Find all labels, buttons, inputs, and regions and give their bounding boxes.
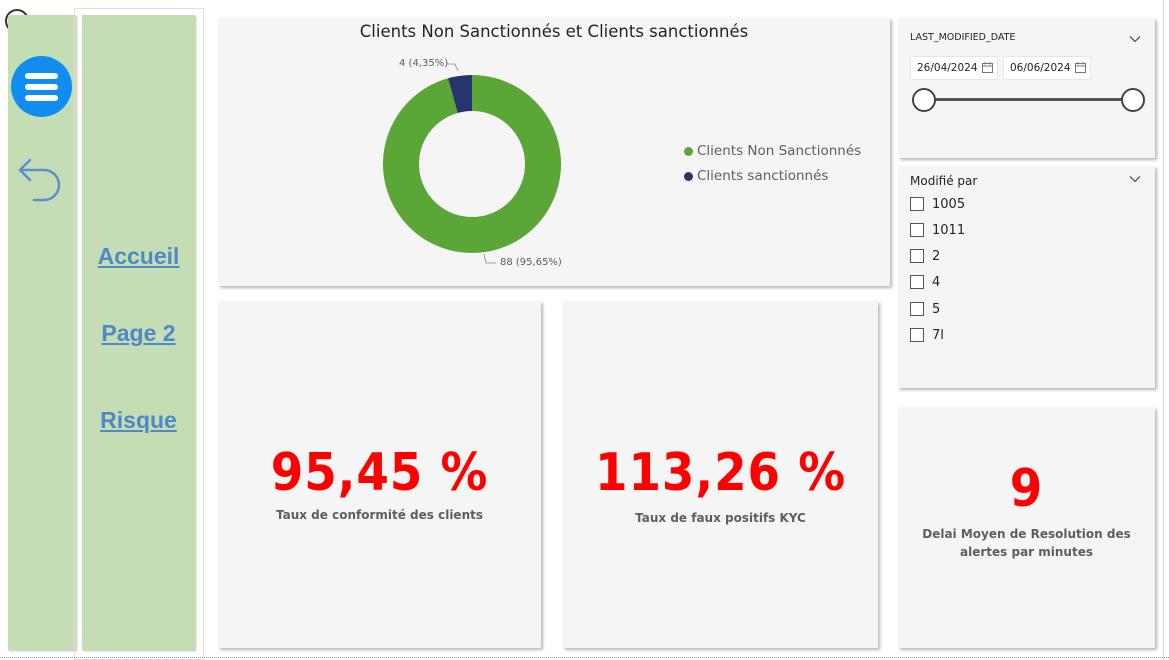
option-label: 1005 (932, 196, 966, 212)
nav-link-page-2[interactable]: Page 2 (82, 320, 195, 347)
undo-icon[interactable] (16, 152, 66, 206)
date-range-slider-track[interactable] (920, 98, 1133, 101)
data-label-sanctionnes: 4 (4,35%) (399, 58, 449, 69)
option-label: 5 (932, 301, 941, 317)
checkbox[interactable] (910, 223, 924, 237)
kpi-label: Taux de faux positifs KYC (635, 511, 806, 525)
legend-item-non-sanctionnes[interactable]: Clients Non Sanctionnés (684, 143, 861, 159)
leader-line-sanctionnes (447, 63, 459, 72)
slicer-option[interactable]: 1011 (910, 220, 965, 240)
leader-line-non-sanctionnes (483, 253, 496, 264)
option-label: 4 (932, 274, 941, 290)
menu-icon-bar (25, 84, 58, 90)
date-slicer-card: LAST_MODIFIED_DATE 26/04/2024 06/06/2024 (898, 18, 1155, 158)
menu-icon (25, 73, 58, 79)
slicer-title: LAST_MODIFIED_DATE (910, 32, 1016, 43)
kpi-label: Taux de conformité des clients (275, 508, 483, 522)
legend-label: Clients sanctionnés (697, 168, 829, 184)
chevron-down-icon[interactable] (1129, 35, 1141, 43)
modifie-par-slicer-card: Modifié par 1005 1011 2 4 5 7l (898, 166, 1155, 388)
calendar-icon[interactable] (1075, 62, 1086, 73)
kpi-card-faux-positifs: 113,26 % Taux de faux positifs KYC (563, 301, 878, 648)
end-date-value: 06/06/2024 (1010, 62, 1071, 74)
start-date-input[interactable]: 26/04/2024 (910, 56, 998, 80)
page-bottom-border (0, 657, 1169, 658)
kpi-value: 9 (1009, 459, 1044, 519)
menu-icon-bar (25, 95, 58, 101)
checkbox[interactable] (910, 275, 924, 289)
slicer-option[interactable]: 4 (910, 272, 940, 292)
nav-link-accueil[interactable]: Accueil (82, 243, 195, 270)
end-date-input[interactable]: 06/06/2024 (1003, 56, 1091, 80)
page-right-border (1163, 0, 1164, 660)
checkbox[interactable] (910, 302, 924, 316)
legend-item-sanctionnes[interactable]: Clients sanctionnés (684, 168, 828, 184)
nav-panel: Accueil Page 2 Risque (82, 15, 195, 650)
slicer-option[interactable]: 7l (910, 325, 944, 345)
slicer-option[interactable]: 1005 (910, 194, 965, 214)
kpi-label-line2: alertes par minutes (960, 545, 1093, 559)
slicer-title: Modifié par (910, 174, 978, 188)
report-page: Accueil Page 2 Risque Clients Non Sancti… (0, 0, 1169, 660)
kpi-label-line1: Delai Moyen de Resolution des (922, 527, 1131, 541)
kpi-value: 95,45 % (270, 443, 489, 503)
kpi-card-delai: 9 Delai Moyen de Resolution des alertes … (898, 407, 1155, 648)
start-date-value: 26/04/2024 (917, 62, 978, 74)
nav-link-risque[interactable]: Risque (82, 407, 195, 434)
chevron-down-icon[interactable] (1129, 175, 1141, 183)
checkbox[interactable] (910, 249, 924, 263)
option-label: 7l (932, 327, 944, 343)
kpi-card-conformite: 95,45 % Taux de conformité des clients (218, 301, 541, 648)
checkbox[interactable] (910, 328, 924, 342)
calendar-icon[interactable] (982, 62, 993, 73)
checkbox[interactable] (910, 197, 924, 211)
menu-button[interactable] (11, 56, 72, 117)
kpi-value: 113,26 % (595, 443, 846, 503)
legend-dot (684, 146, 693, 156)
slicer-option[interactable]: 2 (910, 246, 940, 266)
legend-dot (684, 171, 693, 181)
option-label: 1011 (932, 222, 966, 238)
legend-label: Clients Non Sanctionnés (697, 143, 862, 159)
slider-end-handle[interactable] (1121, 88, 1145, 112)
data-label-non-sanctionnes: 88 (95,65%) (500, 257, 562, 268)
donut-chart-card: Clients Non Sanctionnés et Clients sanct… (218, 18, 890, 286)
option-label: 2 (932, 248, 941, 264)
slicer-option[interactable]: 5 (910, 299, 940, 319)
slider-start-handle[interactable] (912, 88, 936, 112)
